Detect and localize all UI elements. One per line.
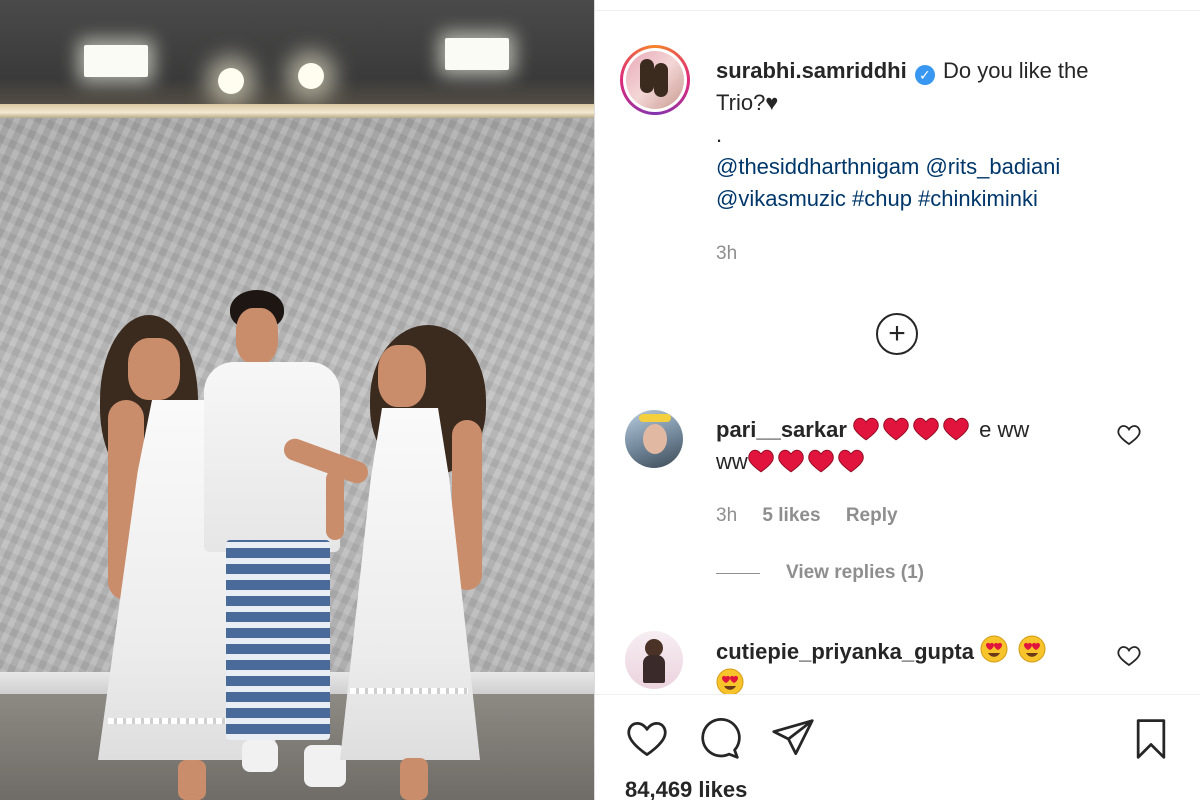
- ceiling-light: [445, 38, 509, 70]
- divider-line: [716, 572, 760, 574]
- post-media[interactable]: [0, 0, 594, 800]
- post-details-panel: surabhi.samriddhi ✓ Do you like the Trio…: [594, 0, 1200, 800]
- post-actions-bar: 84,469 likes: [595, 694, 1200, 800]
- cove-light: [0, 104, 594, 118]
- comment-bubble-icon[interactable]: [697, 717, 741, 761]
- divider: [595, 10, 1200, 11]
- comment-like-heart-icon[interactable]: [1117, 424, 1141, 446]
- bookmark-icon[interactable]: [1129, 717, 1173, 761]
- reply-button[interactable]: Reply: [846, 505, 898, 526]
- ceiling-spotlight: [218, 68, 244, 94]
- heart-icon[interactable]: [625, 717, 669, 761]
- heart-emoji-group: [853, 417, 979, 442]
- caption-mentions-1[interactable]: @thesiddharthnigam @rits_badiani: [716, 151, 1156, 183]
- paper-plane-icon[interactable]: [771, 717, 815, 761]
- post-timestamp: 3h: [716, 243, 738, 264]
- comment-text: e ww: [979, 417, 1030, 442]
- ceiling-light: [84, 45, 148, 77]
- author-username[interactable]: surabhi.samriddhi: [716, 58, 907, 83]
- caption-mentions-2[interactable]: @vikasmuzic #chup #chinkiminki: [716, 183, 1156, 215]
- view-replies-button[interactable]: View replies (1): [716, 562, 924, 584]
- commenter-avatar[interactable]: [625, 410, 683, 468]
- author-avatar[interactable]: [620, 45, 690, 115]
- comment-username[interactable]: cutiepie_priyanka_gupta: [716, 639, 974, 664]
- comment-meta: 3h 5 likes Reply: [716, 505, 918, 527]
- caption-text: Do you like the: [942, 58, 1089, 83]
- likes-count[interactable]: 84,469 likes: [625, 777, 747, 800]
- post-caption: surabhi.samriddhi ✓ Do you like the Trio…: [716, 55, 1156, 215]
- commenter-avatar[interactable]: [625, 631, 683, 689]
- caption-text-2: Trio?♥: [716, 90, 779, 115]
- view-replies-label: View replies (1): [786, 562, 924, 583]
- comment-like-heart-icon[interactable]: [1117, 645, 1141, 667]
- verified-badge-icon: ✓: [914, 65, 935, 85]
- plus-circle-icon[interactable]: +: [876, 313, 918, 355]
- comment-time: 3h: [716, 505, 738, 526]
- ceiling-spotlight: [298, 63, 324, 89]
- heart-emoji-group-2: [748, 449, 868, 474]
- ceiling: [0, 0, 594, 112]
- comment-username[interactable]: pari__sarkar: [716, 417, 847, 442]
- caption-dot: .: [716, 122, 723, 147]
- comment-likes[interactable]: 5 likes: [762, 505, 820, 526]
- comment-text-2: ww: [716, 449, 748, 474]
